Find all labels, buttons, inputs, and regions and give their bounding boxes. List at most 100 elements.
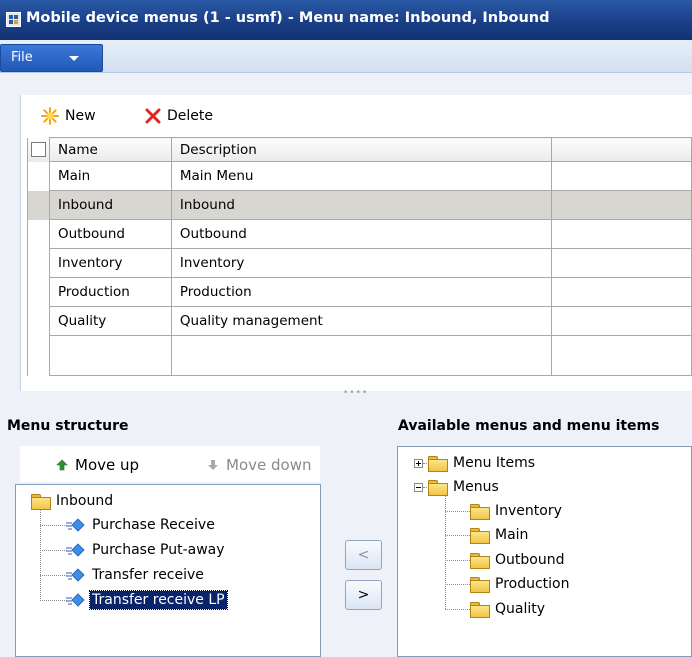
tree-node-label: Inventory xyxy=(495,503,562,519)
column-header-empty xyxy=(551,137,692,162)
table-header: Name Description xyxy=(27,137,692,162)
row-selector[interactable] xyxy=(27,161,50,191)
cell-empty xyxy=(551,306,692,336)
tree-node-label: Transfer receive LP xyxy=(89,590,228,610)
collapse-minus-icon[interactable] xyxy=(414,482,423,492)
tree-node-label: Transfer receive xyxy=(92,567,204,583)
folder-icon xyxy=(428,456,448,472)
row-selector[interactable] xyxy=(27,190,50,220)
tree-node-label: Purchase Put-away xyxy=(92,542,225,558)
file-menu-label: File xyxy=(11,50,33,65)
cell-description[interactable]: Inbound xyxy=(170,190,553,220)
menus-table: Name Description Main Main Menu Inbound … xyxy=(27,137,692,376)
menu-item-icon xyxy=(66,543,85,557)
tree-node-label: Outbound xyxy=(495,552,565,568)
file-menu-button[interactable]: File xyxy=(0,44,103,72)
chevron-down-icon xyxy=(69,56,79,61)
folder-icon xyxy=(31,494,51,510)
menu-structure-label: Menu structure xyxy=(7,418,129,434)
menu-item-icon xyxy=(66,593,85,607)
tree-node-menus[interactable]: Menus xyxy=(414,477,501,497)
cell-description[interactable]: Quality management xyxy=(170,306,553,336)
row-selector[interactable] xyxy=(27,306,50,336)
tree-node-item[interactable]: Transfer receive xyxy=(65,565,206,585)
move-up-button[interactable]: Move up xyxy=(56,456,139,474)
table-row[interactable]: Quality Quality management xyxy=(27,306,692,336)
cell-empty xyxy=(551,219,692,249)
menu-item-icon xyxy=(66,568,85,582)
delete-x-icon xyxy=(145,108,161,124)
tree-node-menu[interactable]: Production xyxy=(470,574,571,594)
window-title: Mobile device menus (1 - usmf) - Menu na… xyxy=(26,10,550,26)
folder-icon xyxy=(470,504,490,520)
remove-from-structure-button[interactable]: < xyxy=(345,540,382,570)
cell-description[interactable]: Main Menu xyxy=(170,161,553,191)
cell-name[interactable] xyxy=(48,335,172,376)
splitter-handle[interactable]: •••• xyxy=(343,388,368,398)
cell-description[interactable]: Production xyxy=(170,277,553,307)
cell-empty xyxy=(551,335,692,376)
new-button[interactable]: New xyxy=(41,105,96,127)
tree-node-root[interactable]: Inbound xyxy=(31,491,115,511)
tree-node-item[interactable]: Purchase Put-away xyxy=(65,540,227,560)
tree-node-label: Quality xyxy=(495,601,546,617)
folder-icon xyxy=(470,577,490,593)
expand-plus-icon[interactable] xyxy=(414,458,423,468)
tree-node-menu-items[interactable]: Menu Items xyxy=(414,453,537,473)
table-row[interactable]: Production Production xyxy=(27,277,692,307)
menu-structure-tree[interactable]: Inbound Purchase Receive Purchase Put-aw… xyxy=(15,484,321,657)
tree-node-label: Main xyxy=(495,527,529,543)
move-down-button[interactable]: Move down xyxy=(207,456,311,474)
select-all-checkbox[interactable] xyxy=(31,142,46,157)
table-row[interactable]: Outbound Outbound xyxy=(27,219,692,249)
menu-structure-toolbar: Move up Move down xyxy=(20,446,320,482)
tree-node-menu[interactable]: Inventory xyxy=(470,501,564,521)
app-icon xyxy=(6,12,21,27)
tree-node-label: Production xyxy=(495,576,570,592)
folder-icon xyxy=(470,602,490,618)
column-header-name[interactable]: Name xyxy=(48,137,172,162)
tree-node-label: Menus xyxy=(453,479,499,495)
move-up-label: Move up xyxy=(75,456,140,474)
arrow-down-icon xyxy=(208,460,218,470)
tree-node-item-selected[interactable]: Transfer receive LP xyxy=(65,590,228,610)
cell-empty xyxy=(551,248,692,278)
tree-node-label: Inbound xyxy=(56,493,114,509)
available-menus-tree[interactable]: Menu Items Menus Inventory Main Outbound… xyxy=(397,446,692,657)
table-row-empty[interactable] xyxy=(27,335,692,376)
folder-icon xyxy=(428,480,448,496)
tree-node-menu[interactable]: Main xyxy=(470,525,530,545)
row-selector[interactable] xyxy=(27,248,50,278)
row-selector[interactable] xyxy=(27,219,50,249)
tree-node-menu[interactable]: Quality xyxy=(470,599,547,619)
tree-node-menu[interactable]: Outbound xyxy=(470,550,566,570)
new-star-icon xyxy=(41,107,59,125)
cell-description[interactable]: Inventory xyxy=(170,248,553,278)
cell-name[interactable]: Inventory xyxy=(48,248,172,278)
table-row-selected[interactable]: Inbound Inbound xyxy=(27,190,692,220)
cell-name[interactable]: Outbound xyxy=(48,219,172,249)
menu-strip: File xyxy=(0,40,692,73)
arrow-up-icon xyxy=(56,459,68,471)
cell-name[interactable]: Quality xyxy=(48,306,172,336)
cell-description[interactable]: Outbound xyxy=(170,219,553,249)
row-selector[interactable] xyxy=(27,277,50,307)
title-bar: Mobile device menus (1 - usmf) - Menu na… xyxy=(0,0,692,40)
available-menus-label: Available menus and menu items xyxy=(398,418,660,434)
tree-node-item[interactable]: Purchase Receive xyxy=(65,515,217,535)
delete-button[interactable]: Delete xyxy=(145,105,213,127)
menu-item-icon xyxy=(66,518,85,532)
table-row[interactable]: Inventory Inventory xyxy=(27,248,692,278)
move-down-label: Move down xyxy=(226,456,312,474)
cell-description[interactable] xyxy=(170,335,553,376)
add-to-structure-button[interactable]: > xyxy=(345,580,382,610)
column-header-description[interactable]: Description xyxy=(170,137,553,162)
new-label: New xyxy=(65,108,96,124)
grid-toolbar: New Delete xyxy=(21,95,692,137)
row-selector[interactable] xyxy=(27,335,50,376)
table-row[interactable]: Main Main Menu xyxy=(27,161,692,191)
cell-name[interactable]: Main xyxy=(48,161,172,191)
cell-name[interactable]: Inbound xyxy=(48,190,172,220)
folder-icon xyxy=(470,553,490,569)
cell-name[interactable]: Production xyxy=(48,277,172,307)
